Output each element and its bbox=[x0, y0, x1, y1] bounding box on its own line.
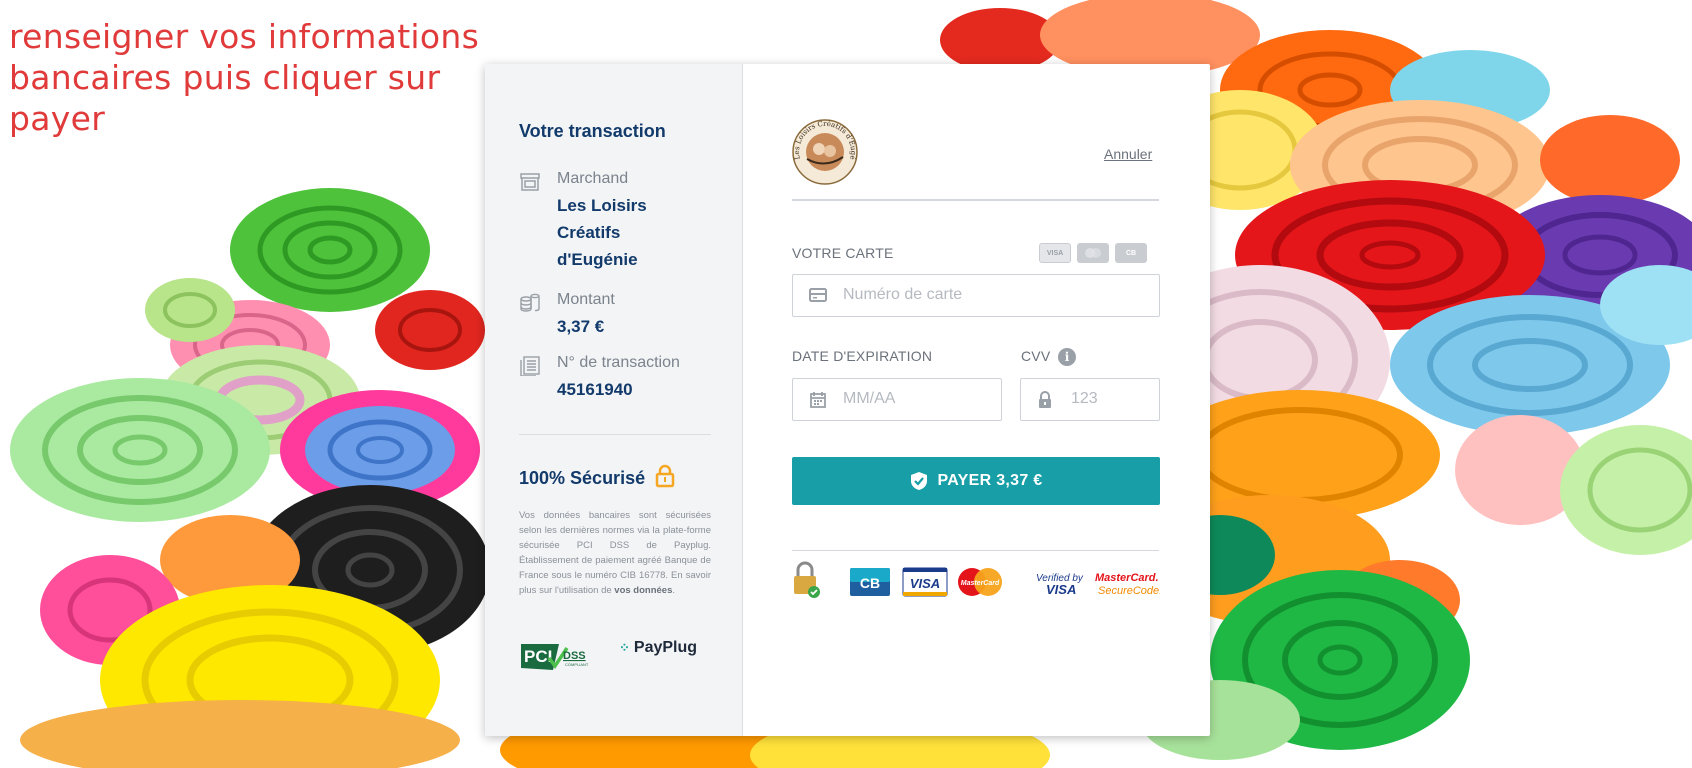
card-number-placeholder: Numéro de carte bbox=[843, 286, 963, 303]
pay-button-label: PAYER 3,37 € bbox=[937, 472, 1043, 489]
footer-divider bbox=[792, 550, 1159, 551]
security-notice-text: Vos données bancaires sont sécurisées se… bbox=[519, 510, 711, 596]
accepted-cards: VISA CB bbox=[1039, 243, 1147, 263]
pay-button[interactable]: PAYER 3,37 € bbox=[792, 457, 1160, 505]
cb-mini-icon: CB bbox=[1115, 243, 1147, 263]
cb-logo: CB bbox=[850, 568, 890, 596]
mastercard-securecode-logo: MasterCard. SecureCode. bbox=[1095, 572, 1160, 597]
payplug-label: PayPlug bbox=[633, 639, 698, 656]
shield-check-icon bbox=[910, 472, 927, 490]
calendar-icon bbox=[810, 392, 826, 408]
expiry-input[interactable]: MM/AA bbox=[792, 378, 1002, 421]
data-privacy-link[interactable]: vos données bbox=[614, 585, 672, 596]
expiry-label: DATE D'EXPIRATION bbox=[792, 348, 933, 364]
security-notice: Vos données bancaires sont sécurisées se… bbox=[519, 510, 711, 596]
credit-card-icon bbox=[809, 288, 827, 302]
cvv-info-icon[interactable]: i bbox=[1058, 348, 1076, 366]
svg-text:VISA: VISA bbox=[1046, 582, 1076, 597]
padlock-icon bbox=[1039, 391, 1051, 408]
amount-value: 3,37 € bbox=[557, 317, 605, 336]
visa-logo: VISA bbox=[902, 567, 948, 597]
header-divider bbox=[792, 199, 1159, 201]
card-number-input[interactable]: Numéro de carte bbox=[792, 274, 1160, 317]
mastercard-logo: MasterCard bbox=[958, 568, 1002, 596]
payment-card: Votre transaction Marchand Les Loisirs C… bbox=[485, 64, 1210, 736]
cvv-placeholder: 123 bbox=[1071, 390, 1098, 407]
expiry-placeholder: MM/AA bbox=[843, 390, 896, 407]
instruction-text: renseigner vos informations bancaires pu… bbox=[9, 17, 480, 138]
receipt-icon bbox=[520, 356, 540, 376]
payplug-mark-icon: ⁘ bbox=[619, 640, 630, 655]
sidebar-title: Votre transaction bbox=[519, 121, 666, 141]
svg-text:PCI: PCI bbox=[524, 647, 552, 666]
merchant-label: Marchand bbox=[557, 170, 629, 187]
svg-text:COMPLIANT: COMPLIANT bbox=[565, 662, 589, 667]
amount-label: Montant bbox=[557, 291, 615, 308]
transaction-value: 45161940 bbox=[557, 380, 633, 399]
transaction-sidebar: Votre transaction Marchand Les Loisirs C… bbox=[485, 64, 743, 736]
svg-text:MasterCard: MasterCard bbox=[961, 580, 1000, 587]
security-logos: CB VISA MasterCard Verified by VISA Mast… bbox=[794, 561, 1160, 598]
svg-text:MasterCard.: MasterCard. bbox=[1095, 572, 1159, 584]
lock-icon bbox=[655, 464, 675, 488]
pci-dss-logo: PCI DSS COMPLIANT bbox=[521, 644, 589, 670]
payplug-logo: ⁘ PayPlug bbox=[619, 639, 697, 657]
coins-icon bbox=[520, 293, 540, 312]
verified-by-visa-logo: Verified by VISA bbox=[1036, 573, 1084, 597]
shop-icon bbox=[520, 173, 540, 191]
cancel-link[interactable]: Annuler bbox=[1104, 146, 1152, 162]
card-label: VOTRE CARTE bbox=[792, 245, 894, 261]
svg-text:CB: CB bbox=[860, 575, 880, 591]
sidebar-divider bbox=[519, 434, 711, 435]
payment-form: Les Loisirs Créatifs d'Eugénie Annuler V… bbox=[743, 64, 1210, 736]
secure-padlock-icon bbox=[794, 561, 820, 598]
merchant-value: Les Loisirs Créatifs d'Eugénie bbox=[557, 196, 647, 269]
cvv-label: CVV bbox=[1021, 348, 1051, 364]
svg-text:SecureCode.: SecureCode. bbox=[1098, 585, 1160, 597]
mastercard-mini-icon bbox=[1077, 243, 1109, 263]
cvv-input[interactable]: 123 bbox=[1020, 378, 1160, 421]
merchant-logo: Les Loisirs Créatifs d'Eugénie bbox=[792, 119, 858, 185]
secure-title: 100% Sécurisé bbox=[519, 468, 646, 488]
visa-mini-icon: VISA bbox=[1039, 243, 1071, 263]
svg-text:DSS: DSS bbox=[563, 650, 586, 662]
svg-text:VISA: VISA bbox=[910, 576, 940, 591]
transaction-label: N° de transaction bbox=[557, 354, 680, 371]
